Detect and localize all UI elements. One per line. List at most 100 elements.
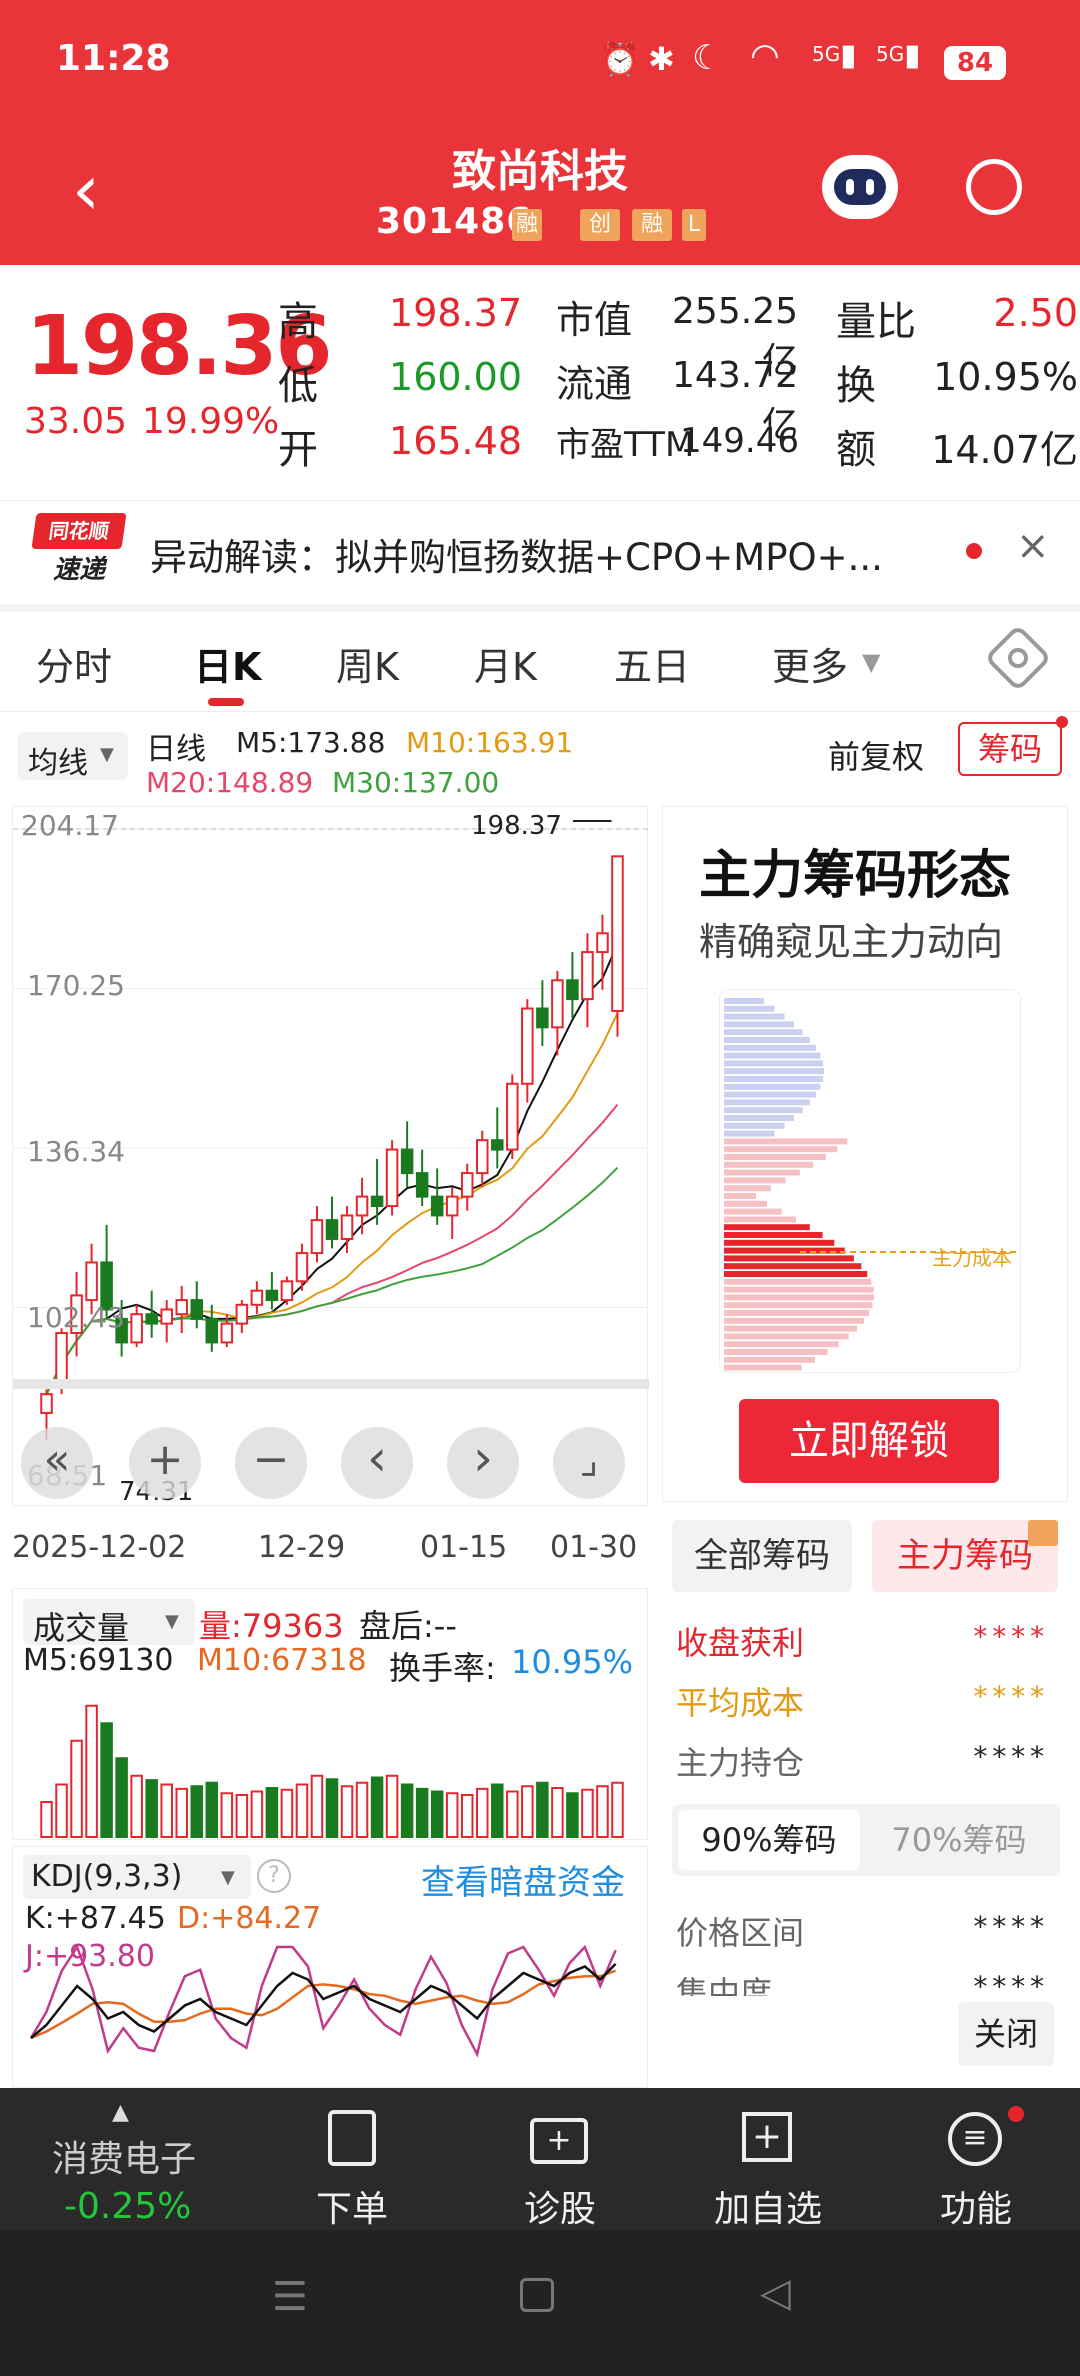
volume-select[interactable]: 成交量 ▼: [23, 1599, 195, 1647]
dark-pool-link[interactable]: 查看暗盘资金: [421, 1855, 625, 1904]
volume-bar: [85, 1704, 98, 1838]
chip-bar: [724, 1161, 814, 1168]
chip-bar: [724, 1076, 824, 1082]
indicator-select[interactable]: 均线 ▼: [18, 732, 128, 781]
pe-value: 149.46: [680, 421, 799, 461]
volume-bar: [265, 1787, 279, 1838]
chip-bar: [724, 1208, 782, 1215]
kdj-select[interactable]: KDJ(9,3,3) ▼: [23, 1855, 251, 1899]
rewind-button[interactable]: «: [21, 1427, 93, 1499]
ma30-value: M30:137.00: [332, 766, 500, 799]
volume-bar: [475, 1787, 489, 1838]
tab-more[interactable]: 更多: [772, 636, 848, 691]
kline-label: 日线: [146, 732, 206, 767]
chip-bar: [724, 1068, 824, 1075]
chip-bar: [724, 1302, 873, 1309]
scroll-track: [13, 1379, 649, 1389]
y-tick: 136.34: [27, 1135, 125, 1168]
menu-icon[interactable]: ≡: [948, 2112, 1002, 2166]
chip-bar: [724, 1115, 794, 1121]
candle-body: [400, 1148, 414, 1175]
volume-bar: [250, 1790, 264, 1838]
pct90-option[interactable]: 90%筹码: [678, 1810, 860, 1870]
candle-body: [145, 1313, 158, 1325]
chips-button[interactable]: 筹码: [958, 722, 1062, 776]
search-icon[interactable]: [966, 159, 1022, 215]
volume-bar: [611, 1781, 624, 1838]
back-nav-icon[interactable]: ◁: [760, 2270, 791, 2316]
fullscreen-button[interactable]: ⌟: [553, 1427, 625, 1499]
kline-chart[interactable]: 204.17 170.25 136.34 102.43 68.51 198.37…: [12, 806, 649, 1507]
recents-icon[interactable]: ☰: [272, 2274, 308, 2320]
chip-bar: [724, 1349, 828, 1355]
candle-body: [310, 1219, 324, 1255]
add-watchlist-icon[interactable]: +: [742, 2112, 792, 2162]
tab-five-day[interactable]: 五日: [614, 636, 690, 691]
tab-weekly-k[interactable]: 周K: [336, 636, 399, 691]
open-value: 165.48: [389, 419, 522, 463]
settings-icon[interactable]: [984, 624, 1052, 692]
nav-order[interactable]: 下单: [272, 2180, 432, 2232]
chip-bar: [724, 1364, 802, 1371]
sector-name[interactable]: 消费电子: [52, 2130, 196, 2182]
kdj-chart[interactable]: KDJ(9,3,3) ▼ ? 查看暗盘资金 K:+87.45 D:+84.27 …: [12, 1846, 648, 2088]
stock-name: 致尚科技: [452, 146, 628, 197]
x-tick: 01-30: [550, 1530, 638, 1565]
candle-body: [340, 1214, 354, 1240]
unlock-button[interactable]: 立即解锁: [739, 1399, 999, 1483]
news-banner[interactable]: 同花顺 速递 异动解读：拟并购恒扬数据+CPO+MPO+... ×: [0, 500, 1080, 600]
chip-bar: [724, 1029, 803, 1036]
kdj-lines: [29, 1944, 617, 2058]
tab-daily-k[interactable]: 日K: [194, 636, 261, 691]
nav-add-watchlist[interactable]: 加自选: [688, 2180, 848, 2232]
prev-button[interactable]: ‹: [341, 1427, 413, 1499]
order-icon[interactable]: [328, 2110, 376, 2166]
close-button[interactable]: 关闭: [958, 2002, 1054, 2066]
nav-functions[interactable]: 功能: [896, 2180, 1056, 2232]
alarm-icon: ⏰: [600, 40, 640, 78]
x-tick: 2025-12-02: [12, 1530, 187, 1565]
chevron-down-icon: ▼: [862, 648, 881, 676]
robot-assistant-icon[interactable]: [822, 155, 898, 219]
tab-all-chips[interactable]: 全部筹码: [672, 1520, 852, 1592]
chip-bar: [724, 1224, 810, 1231]
zoom-out-button[interactable]: −: [235, 1427, 307, 1499]
tab-monthly-k[interactable]: 月K: [474, 636, 537, 691]
help-icon[interactable]: ?: [257, 1859, 291, 1893]
unread-dot: [966, 543, 982, 559]
volume-value: 量:79363: [199, 1607, 344, 1645]
volume-bar: [190, 1785, 204, 1838]
volume-bar: [130, 1774, 143, 1838]
chip-bar: [724, 1091, 816, 1098]
tab-intraday[interactable]: 分时: [36, 636, 112, 691]
x-tick: 12-29: [258, 1530, 346, 1565]
candle-body: [250, 1289, 264, 1306]
chip-bar: [724, 1013, 785, 1020]
volume-bar: [160, 1783, 173, 1838]
news-text: 异动解读：拟并购恒扬数据+CPO+MPO+...: [150, 536, 883, 579]
volume-bar: [445, 1792, 459, 1838]
diagnose-icon[interactable]: +: [530, 2118, 588, 2164]
adjust-button[interactable]: 前复权: [828, 732, 924, 778]
home-icon[interactable]: [520, 2278, 554, 2312]
y-tick: 170.25: [27, 969, 125, 1002]
volume-bar: [400, 1783, 414, 1838]
volume-bar: [581, 1788, 594, 1838]
chart-tabs: 分时 日K 周K 月K 五日 更多 ▼: [0, 612, 1080, 712]
profit-label: 收盘获利: [676, 1624, 805, 1662]
candle-body: [581, 951, 594, 1001]
battery-icon: 84: [944, 46, 1006, 80]
nav-diagnose[interactable]: 诊股: [480, 2180, 640, 2232]
volume-bar: [295, 1783, 309, 1838]
volume-chart[interactable]: 成交量 ▼ 量:79363 盘后:-- M5:69130 M10:67318 换…: [12, 1588, 648, 1840]
chips-promo: 主力筹码形态 精确窥见主力动向 主力成本 立即解锁: [662, 806, 1068, 1502]
chip-bar: [724, 1247, 845, 1254]
price-change-pct: 19.99%: [142, 401, 280, 442]
zoom-in-button[interactable]: +: [129, 1427, 201, 1499]
next-button[interactable]: ›: [447, 1427, 519, 1499]
candle-body: [506, 1082, 519, 1151]
close-icon[interactable]: ×: [1016, 523, 1050, 569]
profit-value: ****: [972, 1620, 1048, 1653]
chip-bar: [724, 1052, 821, 1059]
pct70-option[interactable]: 70%筹码: [868, 1810, 1050, 1870]
